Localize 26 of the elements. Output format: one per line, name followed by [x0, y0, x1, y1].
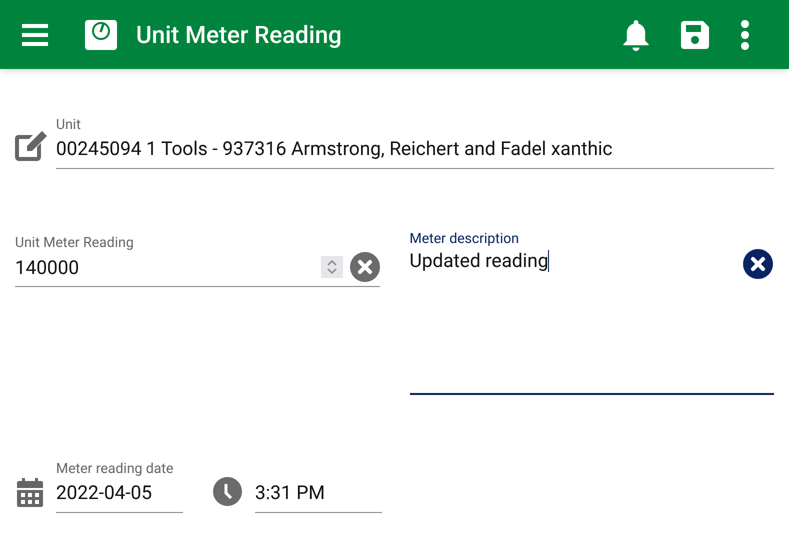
field-value: Updated reading [410, 250, 548, 272]
edit-icon [15, 131, 47, 161]
unit-field[interactable]: Unit 00245094 1 Tools - 937316 Armstrong, Reichert and Fadel xanthic [56, 117, 774, 169]
field-value: 00245094 1 Tools - 937316 Armstrong, Reichert and Fadel xanthic [56, 137, 614, 161]
app-title: Unit Meter Reading [136, 20, 342, 50]
clock-icon [213, 477, 242, 506]
meter-description-field[interactable]: Meter description Updated reading [410, 231, 774, 395]
date-field[interactable]: Meter reading date 2022-04-05 [56, 461, 183, 513]
time-field[interactable]: 3:31 PM [255, 481, 382, 513]
more-options-icon[interactable] [740, 20, 750, 50]
field-label: Meter description [410, 231, 520, 247]
clear-icon[interactable] [743, 249, 773, 279]
scale-icon [85, 20, 117, 50]
menu-icon[interactable] [22, 24, 48, 46]
text-cursor [548, 250, 550, 272]
field-label: Meter reading date [56, 461, 174, 477]
meter-reading-field[interactable]: Unit Meter Reading 140000 [15, 231, 380, 287]
field-label: Unit Meter Reading [15, 235, 135, 251]
field-value: 2022-04-05 [56, 481, 153, 505]
field-label: Unit [56, 117, 82, 133]
spinner-icon[interactable] [320, 256, 342, 278]
field-value: 140000 [15, 256, 80, 280]
calendar-icon [17, 478, 43, 507]
save-icon[interactable] [681, 20, 709, 48]
notification-bell-icon[interactable] [622, 18, 650, 50]
field-value: 3:31 PM [255, 481, 326, 505]
